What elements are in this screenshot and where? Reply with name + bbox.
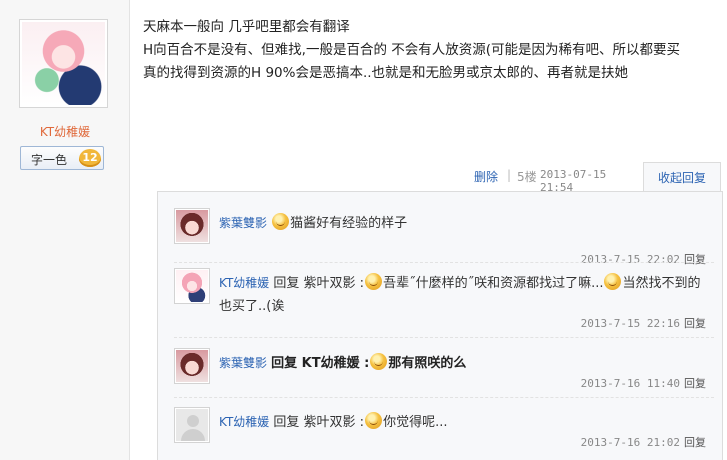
post-line: H向百合不是没有、但难找,一般是百合的 不会有人放资源(可能是因为稀有吧、所以都… — [143, 42, 680, 58]
smiley-icon — [272, 213, 290, 230]
reply-divider — [174, 262, 714, 263]
reply-divider — [174, 397, 714, 398]
reply-time: 2013-7-16 21:02 — [580, 436, 680, 449]
reply-list: 紫葉雙影 猫酱好有经验的样子 2013-7-15 22:02 回复 KT幼稚媛 回… — [157, 191, 723, 460]
reply-username[interactable]: 紫葉雙影 — [219, 216, 267, 230]
reply-avatar[interactable] — [174, 208, 210, 244]
author-sidebar: KT幼稚媛 字一色 12 — [0, 0, 130, 460]
reply-username[interactable]: KT幼稚媛 — [219, 276, 269, 290]
badge-label: 字一色 — [31, 153, 68, 167]
badge-level-icon: 12 — [79, 149, 101, 167]
reply-time: 2013-7-16 11:40 — [580, 377, 680, 390]
post-meta: 删除 | 5楼 2013-07-15 21:54 — [143, 168, 643, 194]
post-line: 真的找得到资源的H 90%会是恶搞本..也就是和无脸男或京太郎的、再者就是扶她 — [143, 65, 629, 81]
reply-username[interactable]: 紫葉雙影 — [219, 356, 267, 370]
post-line: 天麻本一般向 几乎吧里都会有翻译 — [143, 19, 350, 35]
reply-text: 紫葉雙影 猫酱好有经验的样子 — [219, 212, 713, 235]
reply-button[interactable]: 回复 — [684, 377, 706, 390]
smiley-icon — [365, 273, 383, 290]
delete-link[interactable]: 删除 — [474, 168, 498, 185]
reply-username[interactable]: KT幼稚媛 — [219, 415, 269, 429]
reply-content: 那有照咲的么 — [388, 356, 467, 371]
reply-avatar[interactable] — [174, 268, 210, 304]
reply-prefix: 回复 KT幼稚媛 : — [271, 356, 370, 371]
author-avatar[interactable] — [19, 19, 108, 108]
reply-footer: 2013-7-15 22:16 回复 — [581, 315, 706, 331]
reply-time: 2013-7-15 22:02 — [580, 253, 680, 266]
reply-time: 2013-7-15 22:16 — [580, 317, 680, 330]
reply-button[interactable]: 回复 — [684, 253, 706, 266]
reply-text: KT幼稚媛 回复 紫叶双影 : 吾辈˝什麼样的˝咲和资源都找过了嘛... 当然找不到… — [219, 272, 713, 318]
reply-prefix: 回复 紫叶双影 : — [273, 276, 365, 291]
reply-content: 你觉得呢... — [383, 415, 448, 430]
smiley-icon — [370, 353, 388, 370]
reply-footer: 2013-7-16 21:02 回复 — [581, 434, 706, 450]
reply-avatar[interactable] — [174, 407, 210, 443]
smiley-icon — [604, 273, 622, 290]
reply-prefix: 回复 紫叶双影 : — [273, 415, 365, 430]
reply-text: KT幼稚媛 回复 紫叶双影 : 你觉得呢... — [219, 411, 713, 434]
reply-footer: 2013-7-15 22:02 回复 — [581, 251, 706, 267]
smiley-icon — [365, 412, 383, 429]
reply-button[interactable]: 回复 — [684, 436, 706, 449]
floor-number: 5楼 — [517, 170, 537, 184]
reply-content: 吾辈˝什麼样的˝咲和资源都找过了嘛... — [383, 276, 604, 291]
reply-content: 猫酱好有经验的样子 — [290, 216, 408, 231]
reply-text: 紫葉雙影 回复 KT幼稚媛 : 那有照咲的么 — [219, 352, 713, 375]
reply-avatar[interactable] — [174, 348, 210, 384]
reply-footer: 2013-7-16 11:40 回复 — [581, 375, 706, 391]
meta-separator: | — [507, 168, 512, 182]
author-username[interactable]: KT幼稚媛 — [0, 123, 130, 140]
collapse-replies-button[interactable]: 收起回复 — [643, 162, 721, 192]
reply-button[interactable]: 回复 — [684, 317, 706, 330]
author-badge[interactable]: 字一色 12 — [20, 146, 104, 170]
post-content: 天麻本一般向 几乎吧里都会有翻译 H向百合不是没有、但难找,一般是百合的 不会有… — [143, 16, 718, 85]
reply-divider — [174, 337, 714, 338]
